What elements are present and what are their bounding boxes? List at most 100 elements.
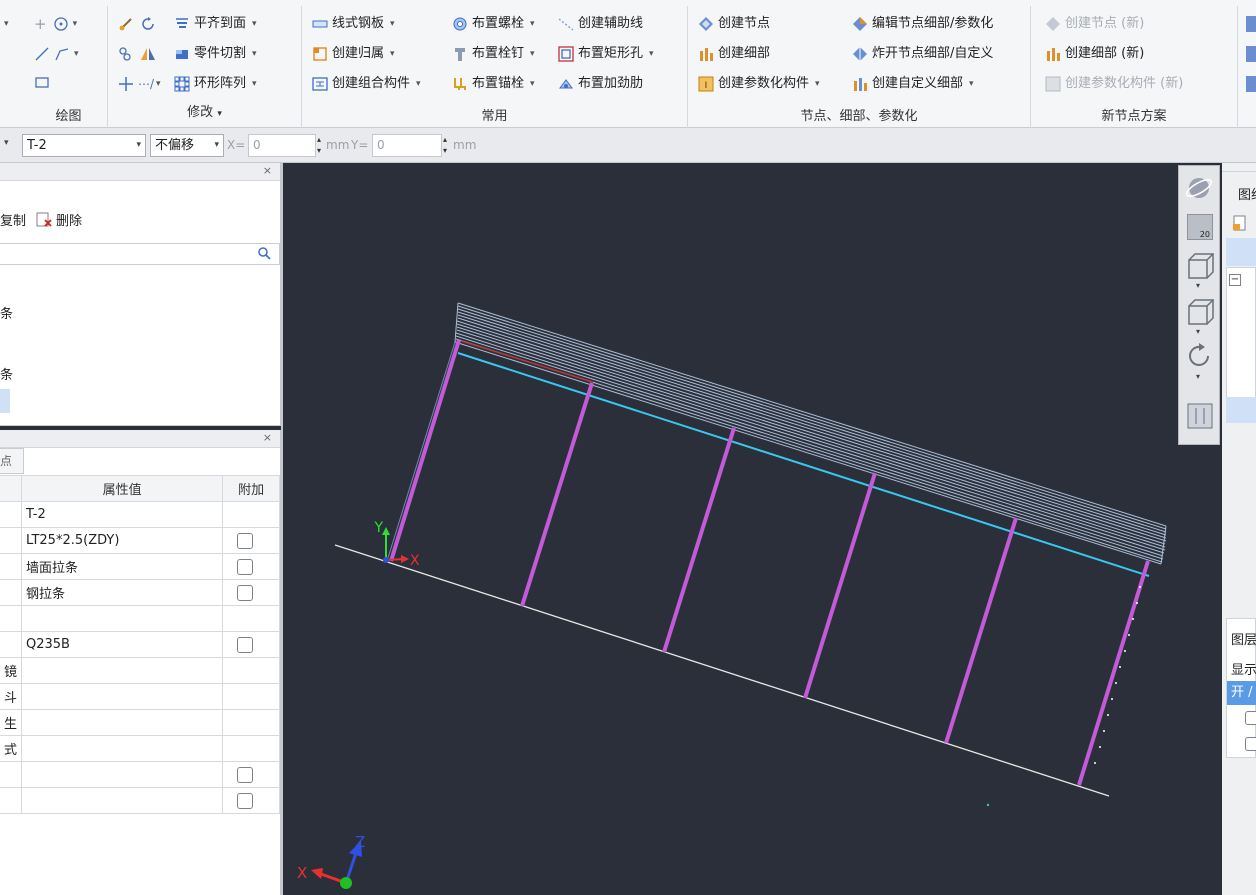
table-row[interactable]: [0, 761, 280, 788]
property-value[interactable]: LT25*2.5(ZDY): [21, 527, 224, 554]
property-value[interactable]: [21, 709, 224, 736]
explode-button[interactable]: 炸开节点细部/自定义: [852, 42, 993, 66]
offset-select[interactable]: 不偏移 ▾: [150, 134, 224, 157]
create-node-button[interactable]: 创建节点: [698, 12, 770, 36]
y-input[interactable]: 0: [372, 134, 442, 157]
property-value[interactable]: [21, 787, 224, 814]
modify-group-label[interactable]: 修改 ▾: [108, 101, 301, 120]
zoom-icon[interactable]: 20: [1187, 214, 1213, 240]
edge-line[interactable]: [386, 341, 456, 562]
table-row[interactable]: LT25*2.5(ZDY): [0, 527, 280, 554]
property-value[interactable]: T-2: [21, 501, 224, 528]
drawings-list-selected[interactable]: [1226, 238, 1256, 266]
delete-button[interactable]: 删除: [56, 210, 82, 229]
rectangle-tool[interactable]: [34, 70, 54, 94]
place-stiffener-button[interactable]: 布置加劲肋: [558, 72, 643, 96]
table-row[interactable]: Q235B: [0, 631, 280, 658]
layer-checkbox[interactable]: [1245, 711, 1256, 725]
place-rect-hole-button[interactable]: 布置矩形孔 ▾: [558, 42, 654, 66]
overflow-icon-2[interactable]: [1246, 46, 1256, 62]
property-value[interactable]: Q235B: [21, 631, 224, 658]
cube-iso-icon[interactable]: [1186, 298, 1215, 330]
search-input[interactable]: [0, 243, 280, 265]
property-value[interactable]: 墙面拉条: [21, 553, 224, 580]
tree-item[interactable]: 条: [0, 364, 13, 383]
table-row[interactable]: [0, 605, 280, 632]
property-value[interactable]: [21, 761, 224, 788]
attach-checkbox[interactable]: [237, 636, 254, 653]
layer-checkbox[interactable]: [1245, 737, 1256, 751]
create-detail-button[interactable]: 创建细部: [698, 42, 770, 66]
create-custom-detail-button[interactable]: 创建自定义细部 ▾: [852, 72, 974, 96]
property-value[interactable]: 钢拉条: [21, 579, 224, 606]
collapse-icon[interactable]: −: [1229, 274, 1241, 286]
chevron-down-icon[interactable]: ▾: [1196, 327, 1200, 336]
brush-tool[interactable]: [118, 12, 160, 36]
create-param-new-button[interactable]: 创建参数化构件 (新): [1045, 72, 1183, 96]
chevron-down-icon[interactable]: ▾: [1196, 372, 1200, 381]
layout-icon[interactable]: [1186, 402, 1214, 434]
create-detail-new-button[interactable]: 创建细部 (新): [1045, 42, 1144, 66]
create-aux-line-button[interactable]: 创建辅助线: [558, 12, 643, 36]
edit-node-button[interactable]: 编辑节点细部/参数化: [852, 12, 993, 36]
property-value[interactable]: [21, 605, 224, 632]
offset-tool[interactable]: [118, 42, 160, 66]
tree-item-selected[interactable]: [0, 389, 10, 413]
ground-line[interactable]: [334, 544, 1110, 797]
attach-checkbox[interactable]: [237, 532, 254, 549]
chevron-down-icon[interactable]: ▾: [1196, 281, 1200, 290]
move-tool[interactable]: ⋯/▾: [118, 72, 161, 96]
property-value[interactable]: [21, 657, 224, 684]
table-row[interactable]: [0, 787, 280, 814]
property-value[interactable]: [21, 735, 224, 762]
draw-dropdown-caret[interactable]: ▾: [4, 12, 9, 36]
overflow-icon-1[interactable]: [1246, 16, 1256, 32]
close-icon[interactable]: ×: [263, 431, 272, 444]
x-spinner[interactable]: ▴ ▾: [314, 134, 324, 157]
tab-node[interactable]: 点: [0, 448, 24, 474]
table-row[interactable]: T-2: [0, 501, 280, 528]
cyan-line[interactable]: [457, 352, 1150, 577]
create-node-new-button[interactable]: 创建节点 (新): [1045, 12, 1144, 36]
tree-item[interactable]: 条: [0, 303, 13, 322]
3d-viewport[interactable]: Y X X Z: [283, 163, 1221, 895]
orbit-icon[interactable]: [1185, 174, 1213, 206]
line-tool[interactable]: ▾: [34, 42, 79, 66]
create-belong-button[interactable]: 创建归属 ▾: [312, 42, 395, 66]
place-anchor-button[interactable]: 布置锚栓 ▾: [452, 72, 535, 96]
part-select[interactable]: T-2 ▾: [22, 134, 146, 157]
circular-array-button[interactable]: 环形阵列 ▾: [174, 72, 257, 96]
drawings-row-selected[interactable]: [1226, 397, 1256, 423]
table-row[interactable]: 镜: [0, 657, 280, 684]
attach-checkbox[interactable]: [237, 584, 254, 601]
new-drawing-icon[interactable]: [1232, 215, 1248, 235]
purlin-stack[interactable]: [454, 302, 1167, 565]
create-combo-button[interactable]: 创建组合构件 ▾: [312, 72, 421, 96]
align-to-face-button[interactable]: 平齐到面 ▾: [174, 12, 257, 36]
property-value[interactable]: [21, 683, 224, 710]
viewport-canvas[interactable]: Y X X Z: [283, 163, 1221, 895]
table-row[interactable]: 斗: [0, 683, 280, 710]
part-cut-button[interactable]: 零件切割 ▾: [174, 42, 257, 66]
overflow-icon-3[interactable]: [1246, 76, 1256, 92]
rotate-view-icon[interactable]: [1186, 342, 1214, 374]
attach-checkbox[interactable]: [237, 766, 254, 783]
table-row[interactable]: 生: [0, 709, 280, 736]
y-spinner[interactable]: ▴ ▾: [440, 134, 450, 157]
place-bolt-button[interactable]: 布置螺栓 ▾: [452, 12, 535, 36]
point-tool[interactable]: + ▾: [34, 12, 77, 36]
create-param-button[interactable]: I 创建参数化构件 ▾: [698, 72, 820, 96]
linear-plate-button[interactable]: 线式钢板 ▾: [312, 12, 395, 36]
place-stud-button[interactable]: 布置栓钉 ▾: [452, 42, 535, 66]
cube-front-icon[interactable]: [1186, 252, 1215, 284]
x-input[interactable]: 0: [248, 134, 316, 157]
attach-checkbox[interactable]: [237, 558, 254, 575]
prev-dropdown-caret[interactable]: ▾: [4, 138, 9, 148]
table-row[interactable]: 钢拉条: [0, 579, 280, 606]
attach-checkbox[interactable]: [237, 792, 254, 809]
table-row[interactable]: 墙面拉条: [0, 553, 280, 580]
table-row[interactable]: 式: [0, 735, 280, 762]
copy-button[interactable]: 复制: [0, 210, 26, 229]
drawings-list[interactable]: −: [1226, 267, 1256, 417]
close-icon[interactable]: ×: [263, 164, 272, 177]
